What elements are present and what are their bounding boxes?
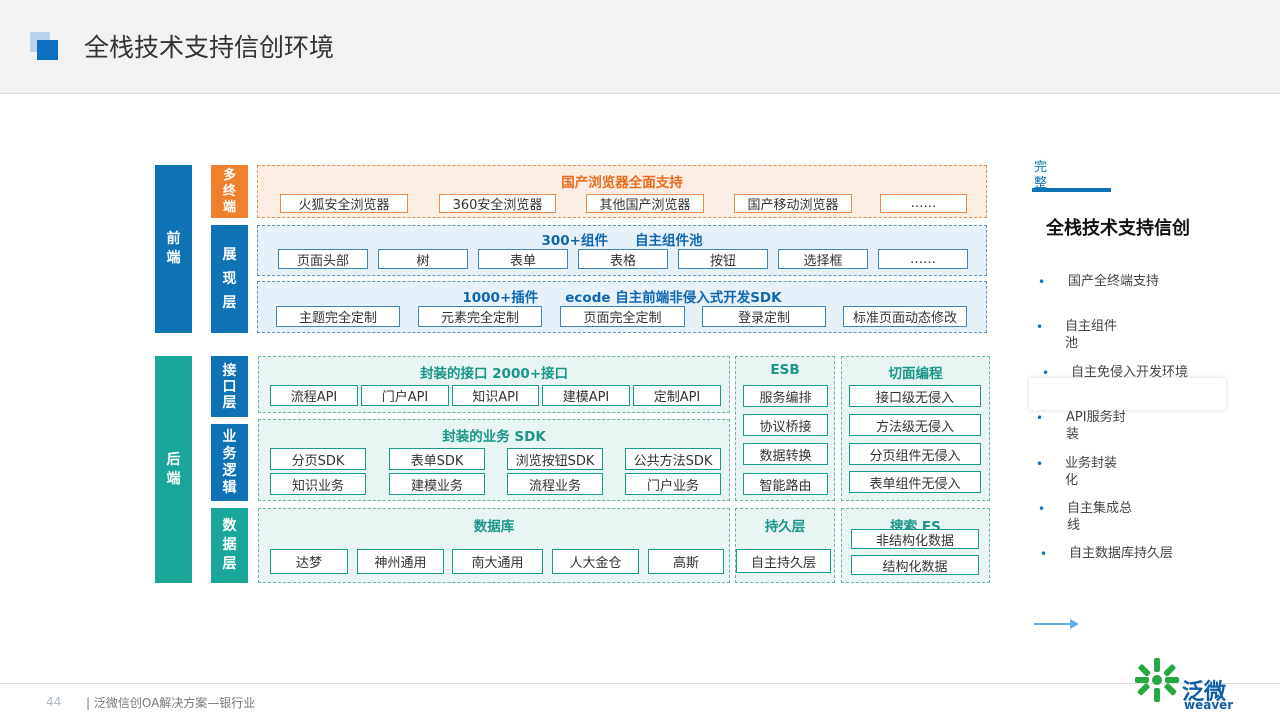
component-chip: 页面头部 — [278, 249, 368, 269]
weaver-logo-icon — [1135, 658, 1179, 702]
database-chip: 达梦 — [270, 549, 348, 574]
arrow-right-icon — [1034, 623, 1072, 625]
arrow-head-icon — [1070, 619, 1079, 629]
sidebar-underline — [1032, 188, 1111, 192]
backend-label: 后端 — [166, 451, 181, 487]
title-decoration-dark — [37, 40, 58, 60]
sidebar-item: 自主免侵入开发环境 — [1071, 365, 1189, 380]
bullet-icon: • — [1042, 366, 1050, 380]
persistence-chip: 自主持久层 — [736, 549, 831, 573]
esb-title: ESB — [770, 362, 800, 378]
database-title: 数据库 — [473, 519, 515, 535]
bullet-icon: • — [1038, 275, 1046, 289]
page-number: 44 — [46, 695, 62, 709]
bullet-icon: • — [1036, 320, 1044, 334]
layer-display-label: 展现层 — [222, 247, 237, 311]
component-chip: 表格 — [578, 249, 668, 269]
layer-data: 数据层 — [211, 508, 248, 583]
aop-chip: 方法级无侵入 — [849, 414, 981, 436]
layer-business-logic-label: 业务逻辑 — [222, 428, 237, 496]
business-chip: 知识业务 — [270, 473, 366, 495]
bullet-icon: • — [1038, 502, 1046, 516]
database-chip: 南大通用 — [452, 549, 543, 574]
browser-chip: 国产移动浏览器 — [734, 194, 852, 213]
sidebar-item: API服务封装 — [1066, 410, 1126, 442]
plugin-chip: 元素完全定制 — [418, 306, 542, 327]
aop-chip: 接口级无侵入 — [849, 385, 981, 407]
esb-chip: 服务编排 — [743, 385, 828, 407]
sidebar-item: 业务封装化 — [1065, 456, 1118, 488]
browser-chip: 其他国产浏览器 — [586, 194, 704, 213]
component-chip: 树 — [378, 249, 468, 269]
component-chip: 按钮 — [678, 249, 768, 269]
component-chip: 表单 — [478, 249, 568, 269]
sidebar-item: 国产全终端支持 — [1068, 274, 1160, 289]
sidebar-highlight-box — [1029, 378, 1226, 410]
browser-chip: 360安全浏览器 — [439, 194, 556, 213]
interfaces-title: 封装的接口 2000+接口 — [419, 366, 569, 382]
sdk-title: 封装的业务 SDK — [442, 429, 546, 445]
business-chip: 门户业务 — [625, 473, 721, 495]
interface-chip: 流程API — [270, 385, 358, 406]
browser-chip: …… — [880, 194, 967, 213]
component-chip: 选择框 — [778, 249, 868, 269]
layer-multi-terminal-label: 多终端 — [222, 167, 236, 215]
components-title: 300+组件 自主组件池 — [541, 233, 703, 249]
bullet-icon: • — [1036, 411, 1044, 425]
persistence-title: 持久层 — [764, 519, 806, 535]
esb-chip: 智能路由 — [743, 473, 828, 495]
footer-divider — [0, 683, 1280, 684]
database-chip: 神州通用 — [357, 549, 444, 574]
search-chip: 非结构化数据 — [851, 529, 979, 549]
bullet-icon: • — [1040, 547, 1048, 561]
component-chip: …… — [878, 249, 968, 269]
sdk-chip: 表单SDK — [389, 448, 485, 470]
footer-text: | 泛微信创OA解决方案—银行业 — [86, 696, 256, 710]
sdk-chip: 公共方法SDK — [625, 448, 721, 470]
layer-business-logic: 业务逻辑 — [211, 424, 248, 501]
layer-interface-label: 接口层 — [222, 362, 237, 411]
browser-title: 国产浏览器全面支持 — [561, 175, 683, 191]
layer-interface: 接口层 — [211, 356, 248, 417]
search-chip: 结构化数据 — [851, 555, 979, 575]
esb-chip: 数据转换 — [743, 443, 828, 465]
sdk-chip: 分页SDK — [270, 448, 366, 470]
sidebar-item: 自主数据库持久层 — [1069, 546, 1174, 561]
database-chip: 人大金仓 — [552, 549, 639, 574]
sidebar-item: 自主集成总线 — [1067, 501, 1133, 533]
frontend-label: 前端 — [166, 231, 181, 266]
interface-chip: 建模API — [542, 385, 630, 406]
backend-bar: 后端 — [155, 356, 192, 583]
bullet-icon: • — [1036, 457, 1044, 471]
business-chip: 建模业务 — [389, 473, 485, 495]
browser-chip: 火狐安全浏览器 — [280, 194, 408, 213]
aop-chip: 分页组件无侵入 — [849, 443, 981, 465]
interface-chip: 知识API — [452, 385, 539, 406]
plugins-title: 1000+插件 ecode 自主前端非侵入式开发SDK — [462, 290, 782, 306]
esb-chip: 协议桥接 — [743, 414, 828, 436]
sidebar-item: 自主组件池 — [1065, 319, 1118, 351]
logo-subtext: weaver — [1184, 698, 1234, 712]
interface-chip: 定制API — [633, 385, 721, 406]
page-title: 全栈技术支持信创环境 — [84, 33, 335, 62]
plugin-chip: 页面完全定制 — [560, 306, 685, 327]
database-chip: 高斯 — [648, 549, 724, 574]
sidebar-heading: 全栈技术支持信创 — [1046, 218, 1190, 239]
aop-chip: 表单组件无侵入 — [849, 471, 981, 493]
frontend-bar: 前端 — [155, 165, 192, 333]
sdk-chip: 浏览按钮SDK — [507, 448, 603, 470]
layer-multi-terminal: 多终端 — [211, 165, 248, 218]
layer-display: 展现层 — [211, 225, 248, 333]
interface-chip: 门户API — [361, 385, 449, 406]
plugin-chip: 主题完全定制 — [276, 306, 400, 327]
aop-title: 切面编程 — [888, 366, 943, 382]
layer-data-label: 数据层 — [222, 518, 237, 572]
plugin-chip: 登录定制 — [702, 306, 826, 327]
business-chip: 流程业务 — [507, 473, 603, 495]
plugin-chip: 标准页面动态修改 — [843, 306, 967, 327]
